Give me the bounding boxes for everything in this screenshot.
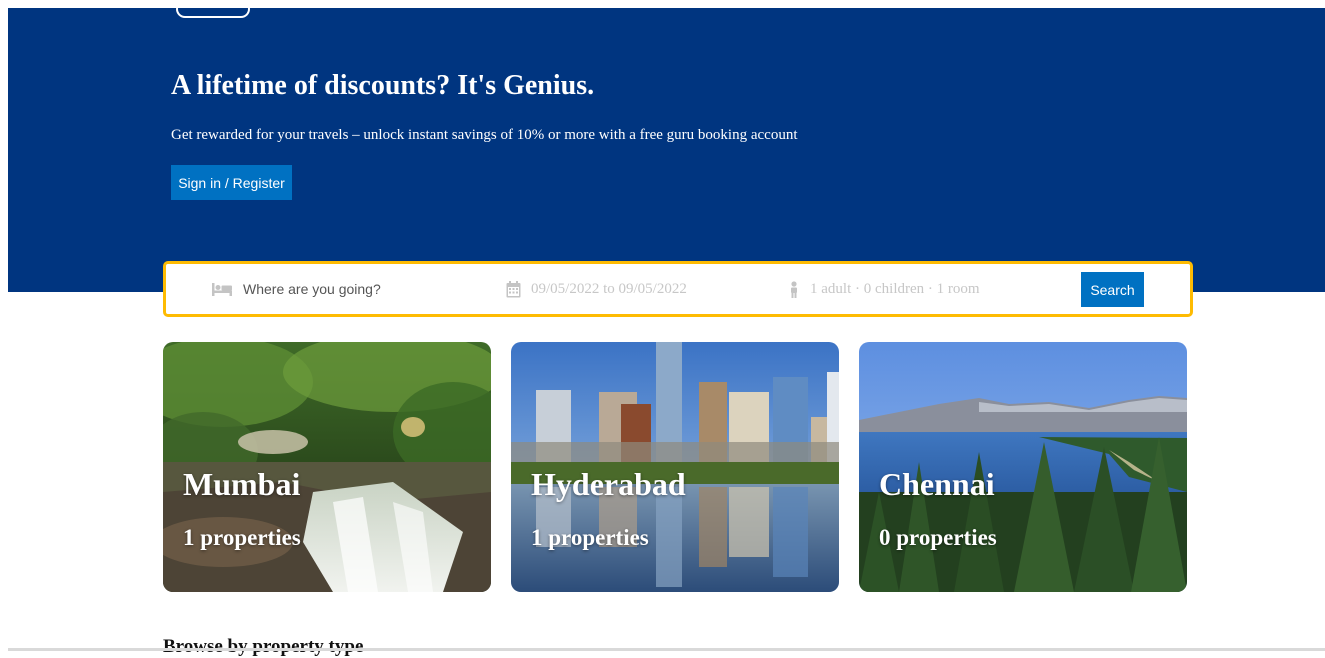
card-city-name: Chennai [879,466,995,502]
bed-icon [211,281,233,297]
card-property-count: 1 properties [531,525,649,550]
featured-card-mumbai[interactable]: Mumbai 1 properties [163,342,491,592]
hero-banner: A lifetime of discounts? It's Genius. Ge… [8,0,1325,292]
card-city-name: Hyderabad [531,466,686,502]
destination-input[interactable] [243,277,463,301]
hero-title: A lifetime of discounts? It's Genius. [171,70,595,101]
destination-field[interactable] [211,264,463,314]
card-property-count: 0 properties [879,525,997,550]
card-property-count: 1 properties [183,525,301,550]
featured-card-chennai[interactable]: Chennai 0 properties [859,342,1187,592]
date-range-text[interactable]: 09/05/2022 to 09/05/2022 [531,281,687,298]
search-bar: 09/05/2022 to 09/05/2022 1 adult · 0 chi… [163,261,1193,317]
card-city-name: Mumbai [183,466,301,502]
signin-register-button[interactable]: Sign in / Register [171,165,292,200]
header-pill-outline [176,0,250,18]
search-button[interactable]: Search [1081,272,1144,307]
date-field[interactable]: 09/05/2022 to 09/05/2022 [506,264,687,314]
guests-field[interactable]: 1 adult · 0 children · 1 room [788,264,980,314]
featured-card-hyderabad[interactable]: Hyderabad 1 properties [511,342,839,592]
calendar-icon [506,280,521,298]
guests-summary-text[interactable]: 1 adult · 0 children · 1 room [810,281,980,298]
browse-property-type-heading: Browse by property type [163,636,364,657]
person-icon [788,280,800,298]
hero-subtitle: Get rewarded for your travels – unlock i… [171,127,798,143]
